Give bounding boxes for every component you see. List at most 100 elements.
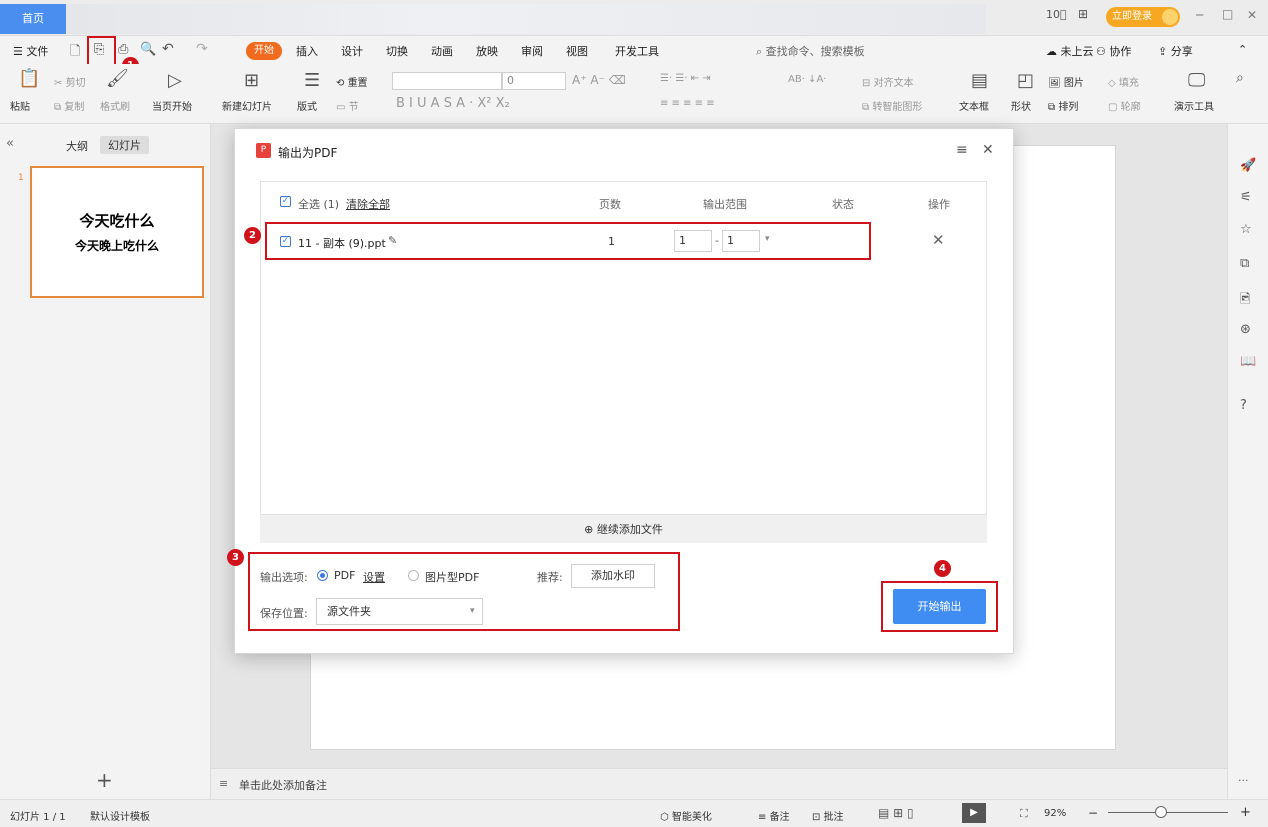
rocket-icon[interactable]: 🚀 xyxy=(1240,158,1256,173)
add-slide-button[interactable]: + xyxy=(96,768,113,792)
font-style-icons[interactable]: B I U A S A · X² X₂ xyxy=(396,96,510,111)
select-all-checkbox[interactable]: ✓ xyxy=(280,196,291,207)
collapse-panel-icon[interactable]: « xyxy=(6,136,14,151)
compass-icon[interactable]: ⊛ xyxy=(1240,322,1251,337)
format-painter-button[interactable]: 格式刷 xyxy=(100,98,130,113)
zoom-slider-handle[interactable] xyxy=(1155,806,1167,818)
zoom-in-icon[interactable]: + xyxy=(1240,805,1251,820)
pdf-radio[interactable] xyxy=(317,570,328,581)
redo-icon[interactable]: ↷ xyxy=(196,41,208,57)
font-size-select[interactable]: 0 xyxy=(502,72,566,90)
notes-toggle[interactable]: ≡ 备注 xyxy=(758,808,790,823)
grid-icon[interactable]: ⊞ xyxy=(1078,7,1088,21)
tab-start[interactable]: 开始 xyxy=(246,42,282,60)
play-icon[interactable]: ▶ xyxy=(962,803,986,823)
export-pdf-icon[interactable]: ⎘ xyxy=(94,42,104,57)
paste-button[interactable]: 粘贴 xyxy=(10,98,30,113)
format-painter-icon[interactable]: 🖌 xyxy=(106,68,129,89)
home-tab[interactable]: 首页 xyxy=(0,4,66,34)
zoom-slider[interactable] xyxy=(1108,812,1228,813)
save-icon[interactable]: 🗋 xyxy=(70,42,80,64)
collapse-ribbon-icon[interactable]: ⌃ xyxy=(1238,43,1247,56)
new-slide-button[interactable]: 新建幻灯片 xyxy=(222,98,272,113)
textbox-icon[interactable]: ▤ xyxy=(971,70,988,91)
close-window-button[interactable]: ✕ xyxy=(1247,8,1257,22)
preview-icon[interactable]: 🔍 xyxy=(140,42,156,57)
range-from-input[interactable]: 1 xyxy=(674,230,712,252)
menu-file[interactable]: ☰ 文件 xyxy=(13,43,48,59)
copy-format-icon[interactable]: ⧉ xyxy=(1240,256,1249,271)
outline-button[interactable]: ▢ 轮廓 xyxy=(1108,98,1141,113)
rename-icon[interactable]: ✎ xyxy=(388,234,397,247)
smart-graphic-button[interactable]: ⧉ 转智能图形 xyxy=(862,98,922,113)
pdf-settings-link[interactable]: 设置 xyxy=(363,569,385,585)
reset-button[interactable]: ⟲ 重置 xyxy=(336,74,368,89)
tab-developer[interactable]: 开发工具 xyxy=(615,43,659,59)
layout-icon[interactable]: 10⃞ xyxy=(1046,8,1067,21)
notes-bar[interactable]: ≡ 单击此处添加备注 xyxy=(211,768,1227,799)
tab-view[interactable]: 视图 xyxy=(566,43,588,59)
add-more-files-button[interactable]: ⊕ 继续添加文件 xyxy=(260,514,987,543)
find-icon[interactable]: ⌕ xyxy=(1236,70,1244,86)
range-to-input[interactable]: 1 xyxy=(722,230,760,252)
tab-design[interactable]: 设计 xyxy=(341,43,363,59)
row-checkbox[interactable]: ✓ xyxy=(280,236,291,247)
cut-button[interactable]: ✂ 剪切 xyxy=(54,74,86,89)
dialog-menu-icon[interactable]: ≡ xyxy=(956,142,968,158)
align-text-button[interactable]: ⊟ 对齐文本 xyxy=(862,74,914,89)
font-name-select[interactable] xyxy=(392,72,502,90)
print-icon[interactable]: ⎙ xyxy=(118,42,128,57)
save-location-select[interactable]: 源文件夹 xyxy=(316,598,483,625)
start-export-button[interactable]: 开始输出 xyxy=(893,589,986,624)
play-from-current-icon[interactable]: ▷ xyxy=(168,70,182,91)
minimize-button[interactable]: ─ xyxy=(1196,8,1203,22)
more-icon[interactable]: ··· xyxy=(1238,774,1249,787)
play-from-current-button[interactable]: 当页开始 xyxy=(152,98,192,113)
tab-transition[interactable]: 切换 xyxy=(386,43,408,59)
book-icon[interactable]: 📖 xyxy=(1240,354,1256,369)
tab-insert[interactable]: 插入 xyxy=(296,43,318,59)
tab-slideshow[interactable]: 放映 xyxy=(476,43,498,59)
tab-slides[interactable]: 幻灯片 xyxy=(100,136,149,154)
image-pdf-radio[interactable] xyxy=(408,570,419,581)
layout-button-icon[interactable]: ☰ xyxy=(304,70,320,91)
tab-review[interactable]: 审阅 xyxy=(521,43,543,59)
remove-file-icon[interactable]: ✕ xyxy=(932,231,945,249)
layout-button[interactable]: 版式 xyxy=(297,98,317,113)
settings-sliders-icon[interactable]: ⚟ xyxy=(1240,190,1252,205)
present-tools-button[interactable]: 演示工具 xyxy=(1174,98,1214,113)
present-tools-icon[interactable]: 🖵 xyxy=(1188,70,1205,91)
image-effect-icon[interactable]: 🖻 xyxy=(1240,290,1250,312)
dialog-close-icon[interactable]: ✕ xyxy=(982,142,994,158)
maximize-button[interactable]: □ xyxy=(1222,7,1233,21)
shape-icon[interactable]: ◰ xyxy=(1017,70,1034,91)
align-icons[interactable]: ≡ ≡ ≡ ≡ ≡ xyxy=(660,98,715,109)
comments-toggle[interactable]: ⊡ 批注 xyxy=(812,808,844,823)
new-slide-icon[interactable]: ⊞ xyxy=(244,70,259,91)
zoom-level[interactable]: 92% xyxy=(1044,808,1066,819)
slide-thumbnail[interactable]: 今天吃什么 今天晚上吃什么 xyxy=(30,166,204,298)
add-watermark-button[interactable]: 添加水印 xyxy=(571,564,655,588)
range-dropdown-icon[interactable]: ▾ xyxy=(765,234,770,244)
shape-button[interactable]: 形状 xyxy=(1011,98,1031,113)
star-icon[interactable]: ☆ xyxy=(1240,222,1252,237)
picture-button[interactable]: 🖼 图片 xyxy=(1048,74,1084,89)
view-mode-icons[interactable]: ▤ ⊞ ▯ xyxy=(878,806,914,820)
command-search[interactable]: ⌕ 查找命令、搜索模板 xyxy=(756,43,865,59)
textbox-button[interactable]: 文本框 xyxy=(959,98,989,113)
share-button[interactable]: ⇪ 分享 xyxy=(1158,43,1193,59)
list-icons[interactable]: ☰· ☰· ⇤ ⇥ xyxy=(660,73,711,84)
cloud-status[interactable]: ☁ 未上云 xyxy=(1046,43,1094,59)
font-grow-shrink-icon[interactable]: A⁺ A⁻ ⌫ xyxy=(572,73,626,87)
section-button[interactable]: ▭ 节 xyxy=(336,98,359,113)
text-direction-icons[interactable]: AB· ↓A· xyxy=(788,74,826,85)
template-name[interactable]: 默认设计模板 xyxy=(90,808,150,823)
tab-outline[interactable]: 大纲 xyxy=(66,138,88,154)
tab-animation[interactable]: 动画 xyxy=(431,43,453,59)
arrange-button[interactable]: ⧉ 排列 xyxy=(1048,98,1078,113)
zoom-out-icon[interactable]: − xyxy=(1088,806,1098,820)
beautify-button[interactable]: ⬡ 智能美化 xyxy=(660,808,712,823)
help-icon[interactable]: ? xyxy=(1240,398,1247,413)
paste-icon[interactable]: 📋 xyxy=(18,68,40,89)
fill-button[interactable]: ◇ 填充 xyxy=(1108,74,1139,89)
